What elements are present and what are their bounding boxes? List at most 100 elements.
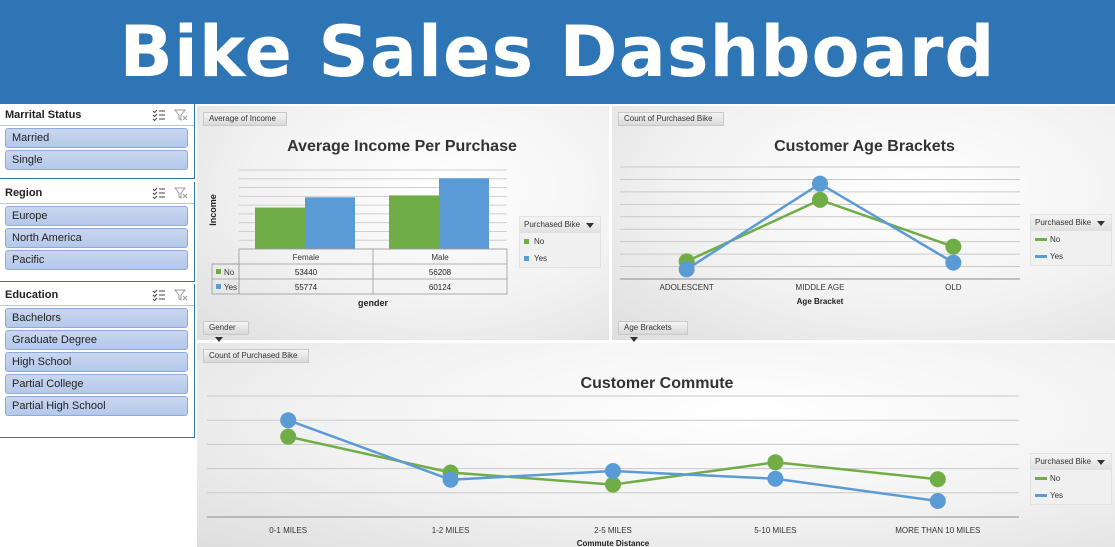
point-yes-1-2-miles — [442, 471, 459, 488]
legend-title: Purchased Bike — [1035, 457, 1092, 466]
point-yes-old — [945, 254, 962, 271]
slicer-item-high-school[interactable]: High School — [5, 352, 188, 372]
clear-filter-icon[interactable] — [174, 289, 188, 301]
chart-legend: Purchased Bike No Yes — [1030, 453, 1112, 505]
legend-item-no: No — [520, 233, 600, 250]
x-axis-title: gender — [358, 298, 389, 308]
chart-legend: Purchased Bike No Yes — [1030, 214, 1112, 266]
filter-dropdown-icon[interactable] — [1097, 460, 1105, 465]
point-no-old — [945, 238, 962, 255]
age-chart-panel: Count of Purchased Bike Customer Age Bra… — [612, 106, 1115, 343]
legend-label: No — [534, 237, 545, 246]
legend-label: No — [1050, 235, 1061, 244]
slicer-item-bachelors[interactable]: Bachelors — [5, 308, 188, 328]
slicer-item-pacific[interactable]: Pacific — [5, 250, 188, 270]
legend-title: Purchased Bike — [524, 220, 581, 229]
legend-line-no — [1035, 477, 1047, 480]
slicer-items: Europe North America Pacific — [0, 204, 194, 270]
data-table-cell: 53440 — [295, 268, 318, 277]
dropdown-icon — [215, 337, 223, 343]
slicer-item-europe[interactable]: Europe — [5, 206, 188, 226]
data-table-cell: 60124 — [429, 283, 452, 292]
point-no-middle-age — [812, 191, 828, 208]
axis-field-label: Age Brackets — [624, 323, 672, 332]
table-swatch-no — [216, 269, 221, 274]
axis-field-button[interactable]: Gender — [203, 321, 249, 343]
slicer-items: Bachelors Graduate Degree High School Parti… — [0, 306, 194, 416]
legend-item-yes: Yes — [520, 250, 600, 267]
point-yes-5-10-miles — [767, 470, 784, 487]
legend-label: Yes — [534, 254, 548, 263]
legend-swatch-no — [524, 239, 529, 244]
slicer-title: Region — [5, 186, 43, 199]
slicer-header: Education — [0, 284, 194, 306]
bar-yes-male — [439, 178, 489, 249]
legend-label: Yes — [1050, 252, 1064, 261]
dashboard-title: Bike Sales Dashboard — [119, 11, 996, 93]
filter-dropdown-icon[interactable] — [1097, 221, 1105, 226]
dashboard: Bike Sales Dashboard Marrital Status Mar… — [0, 0, 1115, 547]
slicer-header: Marrital Status — [0, 104, 194, 126]
x-tick-label: Female — [293, 253, 320, 262]
x-axis-title: Age Bracket — [797, 297, 844, 306]
commute-chart-panel: Count of Purchased Bike Customer Commute… — [197, 343, 1115, 547]
axis-field-label: Gender — [209, 323, 236, 332]
slicer-item-single[interactable]: Single — [5, 150, 188, 170]
point-yes-more-than-10-miles — [929, 493, 946, 510]
legend-label: Yes — [1050, 491, 1064, 500]
slicer-item-north-america[interactable]: North America — [5, 228, 188, 248]
x-tick-label: 5-10 MILES — [754, 526, 796, 535]
slicer-header: Region — [0, 182, 194, 204]
multi-select-icon[interactable] — [152, 187, 166, 199]
slicer-title: Marrital Status — [5, 108, 82, 121]
slicer-item-partial-high-school[interactable]: Partial High School — [5, 396, 188, 416]
x-tick-label: Male — [431, 253, 449, 262]
legend-item-yes: Yes — [1031, 248, 1111, 265]
data-table-cell: 55774 — [295, 283, 318, 292]
x-tick-label: MORE THAN 10 MILES — [895, 526, 980, 535]
multi-select-icon[interactable] — [152, 289, 166, 301]
header-banner: Bike Sales Dashboard — [0, 0, 1115, 104]
point-no-5-10-miles — [767, 454, 784, 471]
series-line-no — [686, 198, 954, 263]
slicer-title: Education — [5, 288, 59, 301]
legend-item-no: No — [1031, 231, 1111, 248]
bar-no-male — [389, 195, 439, 249]
slicer-sidebar: Marrital Status Married Single Region Eur… — [0, 104, 195, 547]
legend-line-yes — [1035, 255, 1047, 258]
bar-no-female — [255, 207, 305, 249]
table-swatch-yes — [216, 284, 221, 289]
clear-filter-icon[interactable] — [174, 187, 188, 199]
point-no-0-1-miles — [280, 428, 297, 445]
x-axis-title: Commute Distance — [577, 539, 650, 547]
slicer-item-married[interactable]: Married — [5, 128, 188, 148]
clear-filter-icon[interactable] — [174, 109, 188, 121]
multi-select-icon[interactable] — [152, 109, 166, 121]
filter-dropdown-icon[interactable] — [586, 223, 594, 228]
chart-legend: Purchased Bike No Yes — [519, 216, 601, 268]
legend-line-no — [1035, 238, 1047, 241]
dropdown-icon — [630, 337, 638, 343]
commute-line-chart: 0-1 MILES 1-2 MILES 2-5 MILES 5-10 MILES MOR… — [207, 395, 1019, 547]
table-series-label: No — [224, 268, 235, 277]
point-yes-middle-age — [812, 175, 828, 192]
legend-line-yes — [1035, 494, 1047, 497]
x-tick-label: MIDDLE AGE — [796, 283, 845, 292]
education-slicer: Education Bachelors Graduate Degree High S… — [0, 284, 195, 438]
point-yes-2-5-miles — [605, 463, 621, 480]
legend-item-no: No — [1031, 470, 1111, 487]
axis-field-button[interactable]: Age Brackets — [618, 321, 688, 343]
marital-status-slicer: Marrital Status Married Single — [0, 104, 195, 179]
table-series-label: Yes — [224, 283, 237, 292]
x-tick-label: 2-5 MILES — [594, 526, 632, 535]
point-no-more-than-10-miles — [929, 471, 946, 488]
x-tick-label: 1-2 MILES — [432, 526, 470, 535]
data-table-cell: 56208 — [429, 268, 452, 277]
legend-swatch-yes — [524, 256, 529, 261]
slicer-item-graduate-degree[interactable]: Graduate Degree — [5, 330, 188, 350]
point-yes-adolescent — [678, 261, 695, 278]
region-slicer: Region Europe North America Pacific — [0, 182, 195, 282]
slicer-item-partial-college[interactable]: Partial College — [5, 374, 188, 394]
point-yes-0-1-miles — [280, 412, 297, 429]
x-tick-label: ADOLESCENT — [660, 283, 714, 292]
